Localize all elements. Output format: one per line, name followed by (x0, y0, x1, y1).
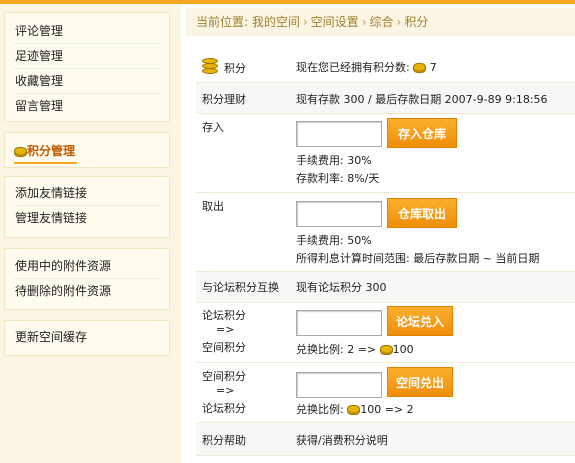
forum-to-space-ratio: 兑换比例: 2 => 100 (296, 341, 414, 357)
sidebar-item-favorites[interactable]: 收藏管理 (15, 69, 160, 94)
space-to-forum-to: 论坛积分 (202, 402, 246, 415)
withdraw-button[interactable]: 仓库取出 (387, 198, 457, 228)
sidebar-group-links: 添加友情链接 管理友情链接 (4, 176, 170, 238)
withdraw-fee: 手续费用: 50% (296, 234, 372, 247)
withdraw-label: 取出 (202, 200, 224, 213)
forum-to-space-input[interactable] (296, 310, 382, 336)
sidebar-item-comments[interactable]: 评论管理 (15, 19, 160, 44)
forum-to-space-from: 论坛积分 (202, 309, 246, 322)
finance-text: 现有存款 300 / 最后存款日期 2007-9-89 9:18:56 (296, 93, 548, 106)
points-label: 积分 (224, 62, 246, 75)
breadcrumb-separator: › (396, 15, 402, 29)
coin-icon (14, 146, 27, 157)
withdraw-amount-input[interactable] (296, 201, 382, 227)
forum-to-space-to: 空间积分 (202, 341, 246, 354)
space-exchange-out-button[interactable]: 空间兑出 (387, 367, 453, 397)
sidebar-item-attachments-in-use[interactable]: 使用中的附件资源 (15, 254, 160, 279)
sidebar: 评论管理 足迹管理 收藏管理 留言管理 积分管理 添加友情链接 管理友情链接 使… (0, 4, 181, 463)
sidebar-group-cache: 更新空间缓存 (4, 320, 170, 356)
ratio-prefix: 兑换比例: (296, 403, 344, 416)
coin-icon (347, 405, 361, 415)
exchange-label: 与论坛积分互换 (202, 281, 279, 294)
withdraw-interest-range: 所得利息计算时间范围: 最后存款日期 ~ 当前日期 (296, 252, 540, 265)
forum-to-space-row: 论坛积分 => 空间积分 论坛兑入 兑换比例: 2 => 100 (196, 303, 575, 363)
exchange-text: 现有论坛积分 300 (296, 281, 387, 294)
sidebar-item-messages[interactable]: 留言管理 (15, 94, 160, 118)
coin-icon (379, 345, 393, 355)
ratio-prefix: 兑换比例: 2 => (296, 343, 377, 356)
deposit-row: 存入 存入仓库 手续费用: 30% 存款利率: 8%/天 (196, 114, 575, 193)
breadcrumb-item-general[interactable]: 综合 (370, 15, 394, 29)
deposit-fee: 手续费用: 30% (296, 154, 372, 167)
points-row: 积分 现在您已经拥有积分数: 7 (196, 50, 575, 83)
ratio-value: 100 => 2 (360, 403, 414, 416)
points-text: 现在您已经拥有积分数: 7 (296, 59, 437, 75)
breadcrumb: 当前位置: 我的空间 › 空间设置 › 综合 › 积分 (186, 8, 575, 36)
sidebar-item-add-link[interactable]: 添加友情链接 (15, 181, 160, 206)
finance-row: 积分理财 现有存款 300 / 最后存款日期 2007-9-89 9:18:56 (196, 83, 575, 114)
forum-exchange-in-button[interactable]: 论坛兑入 (387, 306, 453, 336)
help-row: 积分帮助 获得/消费积分说明 (196, 423, 575, 456)
deposit-label: 存入 (202, 121, 224, 134)
points-description: 现在您已经拥有积分数: (296, 61, 410, 74)
help-link[interactable]: 获得/消费积分说明 (296, 432, 388, 448)
deposit-amount-input[interactable] (296, 121, 382, 147)
breadcrumb-separator: › (302, 15, 308, 29)
space-to-forum-from: 空间积分 (202, 370, 246, 383)
ratio-value: 100 (392, 343, 414, 356)
breadcrumb-item-space-settings[interactable]: 空间设置 (311, 15, 359, 29)
sidebar-group-manage: 评论管理 足迹管理 收藏管理 留言管理 (4, 12, 170, 122)
breadcrumb-separator: › (361, 15, 367, 29)
sidebar-group-attachments: 使用中的附件资源 待删除的附件资源 (4, 248, 170, 310)
deposit-button[interactable]: 存入仓库 (387, 118, 457, 148)
help-label: 积分帮助 (202, 434, 246, 447)
sidebar-item-manage-links[interactable]: 管理友情链接 (15, 206, 160, 230)
sidebar-item-footprints[interactable]: 足迹管理 (15, 44, 160, 69)
sidebar-item-points[interactable]: 积分管理 (14, 140, 78, 164)
space-to-forum-ratio: 兑换比例: 100 => 2 (296, 401, 414, 417)
space-to-forum-arrow: => (216, 384, 235, 397)
finance-label: 积分理财 (202, 93, 246, 106)
coin-stack-icon (202, 58, 218, 74)
coin-icon (413, 63, 427, 73)
exchange-row: 与论坛积分互换 现有论坛积分 300 (196, 272, 575, 303)
forum-to-space-arrow: => (216, 323, 235, 336)
points-value: 7 (429, 61, 437, 74)
sidebar-item-refresh-cache[interactable]: 更新空间缓存 (15, 325, 160, 349)
space-to-forum-row: 空间积分 => 论坛积分 空间兑出 兑换比例: 100 => 2 (196, 363, 575, 423)
sidebar-item-points-label: 积分管理 (27, 144, 76, 158)
breadcrumb-item-points: 积分 (404, 15, 429, 29)
space-to-forum-input[interactable] (296, 372, 382, 398)
deposit-rate: 存款利率: 8%/天 (296, 172, 380, 185)
sidebar-item-attachments-pending-delete[interactable]: 待删除的附件资源 (15, 279, 160, 303)
withdraw-row: 取出 仓库取出 手续费用: 50% 所得利息计算时间范围: 最后存款日期 ~ 当… (196, 193, 575, 272)
breadcrumb-prefix: 当前位置: 我的空间 (196, 15, 300, 29)
